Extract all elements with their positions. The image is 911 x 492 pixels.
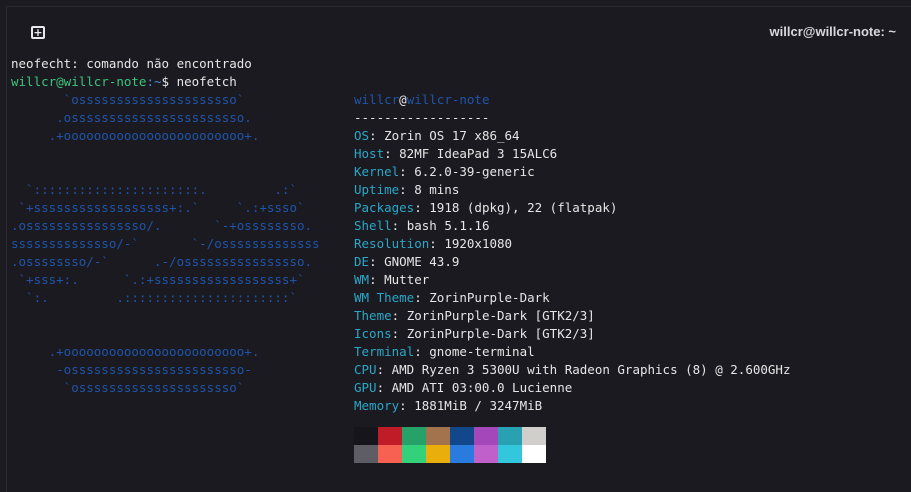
- color-swatch: [498, 427, 522, 445]
- logo-line: .osssssssssssssssssssssso.: [11, 110, 252, 125]
- info-value: : GNOME 43.9: [369, 254, 460, 269]
- info-key: Host: [354, 146, 385, 161]
- info-row: Host: 82MF IdeaPad 3 15ALC6: [354, 145, 557, 163]
- logo-line: .+oooooooooooooooooooooooo+.: [11, 128, 260, 143]
- info-row: OS: Zorin OS 17 x86_64: [354, 127, 520, 145]
- info-value: : ZorinPurple-Dark: [414, 290, 550, 305]
- info-key: Kernel: [354, 164, 400, 179]
- info-host: willcr-note: [406, 92, 490, 107]
- info-key: OS: [354, 128, 370, 143]
- color-swatch: [474, 427, 498, 445]
- window-title: willcr@willcr-note: ~: [769, 24, 896, 39]
- info-key: Theme: [354, 308, 392, 323]
- info-value: : bash 5.1.16: [391, 218, 490, 233]
- info-row: GPU: AMD ATI 03:00.0 Lucienne: [354, 379, 572, 397]
- logo-line: .+oooooooooooooooooooooooo+.: [11, 344, 260, 359]
- color-palette: [354, 427, 546, 463]
- info-row: WM Theme: ZorinPurple-Dark: [354, 289, 550, 307]
- info-key: WM Theme: [354, 290, 415, 305]
- info-value: : ZorinPurple-Dark [GTK2/3]: [391, 308, 595, 323]
- info-value: : Mutter: [369, 272, 430, 287]
- info-row: Kernel: 6.2.0-39-generic: [354, 163, 535, 181]
- info-value: : Zorin OS 17 x86_64: [369, 128, 520, 143]
- info-row: CPU: AMD Ryzen 3 5300U with Radeon Graph…: [354, 361, 791, 379]
- new-tab-button[interactable]: +: [31, 26, 45, 39]
- logo-line: `+sss+:. `.:+ssssssssssssssssss+`: [11, 272, 305, 287]
- prompt-line: willcr@willcr-note:~$ neofetch: [11, 73, 237, 91]
- prompt-user: willcr@willcr-note: [11, 74, 147, 89]
- logo-line: `:. .::::::::::::::::::::::`: [11, 290, 297, 305]
- prompt-path: :~: [146, 74, 162, 89]
- color-swatch: [522, 445, 546, 463]
- logo-line: .ossssssso/-` .-/ossssssssssssssso.: [11, 254, 313, 269]
- info-value: : gnome-terminal: [414, 344, 535, 359]
- info-header: willcr@willcr-note: [354, 91, 489, 109]
- color-swatch: [450, 445, 474, 463]
- info-key: Terminal: [354, 344, 415, 359]
- info-key: WM: [354, 272, 370, 287]
- color-swatch: [378, 427, 402, 445]
- info-key: DE: [354, 254, 370, 269]
- color-swatch: [426, 427, 450, 445]
- color-swatch: [450, 427, 474, 445]
- logo-line: `+ssssssssssssssssss+:.` `.:+ssso`: [11, 200, 305, 215]
- logo-line: -osssssssssssssssssssssso-: [11, 362, 252, 377]
- color-swatch: [378, 445, 402, 463]
- info-value: : 1881MiB / 3247MiB: [399, 398, 543, 413]
- logo-line: `::::::::::::::::::::::. .:`: [11, 182, 297, 197]
- info-key: Uptime: [354, 182, 400, 197]
- info-row: Resolution: 1920x1080: [354, 235, 512, 253]
- logo-line: .ossssssssssssssso/. `-+ossssssso.: [11, 218, 313, 233]
- info-value: : AMD ATI 03:00.0 Lucienne: [376, 380, 573, 395]
- color-swatch: [354, 445, 378, 463]
- info-key: GPU: [354, 380, 377, 395]
- info-key: Icons: [354, 326, 392, 341]
- info-row: Memory: 1881MiB / 3247MiB: [354, 397, 542, 415]
- logo-line: ssssssssssssso/-` `-/osssssssssssss: [11, 236, 320, 251]
- prompt-command: $ neofetch: [161, 74, 237, 89]
- info-row: WM: Mutter: [354, 271, 429, 289]
- error-line: neofecht: comando não encontrado: [11, 56, 252, 71]
- info-row: DE: GNOME 43.9: [354, 253, 459, 271]
- info-row: Uptime: 8 mins: [354, 181, 459, 199]
- info-value: : 1920x1080: [429, 236, 513, 251]
- info-row: Theme: ZorinPurple-Dark [GTK2/3]: [354, 307, 595, 325]
- title-bar: + willcr@willcr-note: ~: [7, 7, 911, 51]
- info-at: @: [399, 92, 407, 107]
- info-value: : ZorinPurple-Dark [GTK2/3]: [391, 326, 595, 341]
- info-key: Shell: [354, 218, 392, 233]
- color-swatch: [402, 445, 426, 463]
- info-user: willcr: [354, 92, 400, 107]
- info-key: Packages: [354, 200, 415, 215]
- info-value: : 82MF IdeaPad 3 15ALC6: [384, 146, 558, 161]
- info-key: Resolution: [354, 236, 430, 251]
- color-swatch: [522, 427, 546, 445]
- info-value: : 6.2.0-39-generic: [399, 164, 535, 179]
- color-swatch: [354, 427, 378, 445]
- color-swatch: [426, 445, 450, 463]
- info-row: Icons: ZorinPurple-Dark [GTK2/3]: [354, 325, 595, 343]
- info-row: Terminal: gnome-terminal: [354, 343, 535, 361]
- info-key: CPU: [354, 362, 377, 377]
- info-row: Shell: bash 5.1.16: [354, 217, 489, 235]
- color-swatch: [474, 445, 498, 463]
- info-key: Memory: [354, 398, 400, 413]
- info-row: Packages: 1918 (dpkg), 22 (flatpak): [354, 199, 617, 217]
- info-value: : 1918 (dpkg), 22 (flatpak): [414, 200, 618, 215]
- logo-line: `osssssssssssssssssssso`: [11, 92, 245, 107]
- info-separator: ------------------: [354, 110, 490, 125]
- plus-icon: +: [33, 25, 43, 39]
- info-value: : 8 mins: [399, 182, 460, 197]
- color-swatch: [402, 427, 426, 445]
- color-swatch: [498, 445, 522, 463]
- logo-line: `osssssssssssssssssssso`: [11, 380, 245, 395]
- info-value: : AMD Ryzen 3 5300U with Radeon Graphics…: [376, 362, 791, 377]
